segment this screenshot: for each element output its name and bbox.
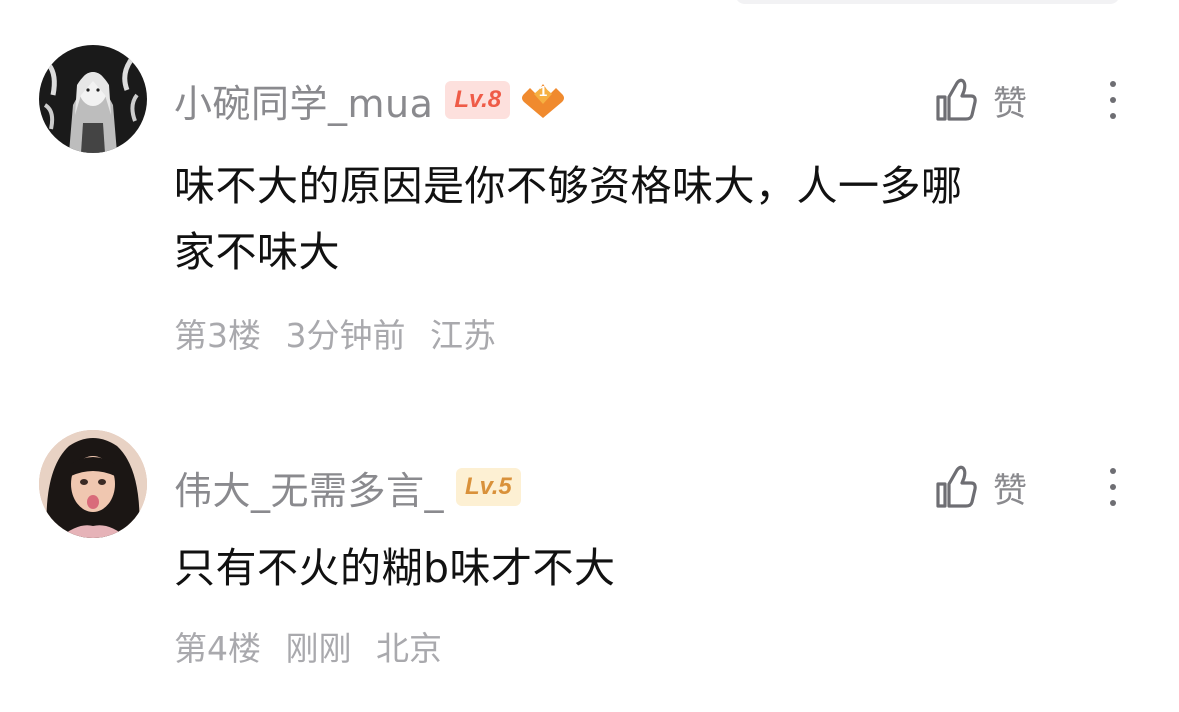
username[interactable]: 伟大_无需多言_ bbox=[174, 460, 444, 515]
comment-footer: 第3楼 3分钟前 江苏 bbox=[174, 309, 496, 357]
level-badge: Lv.8 bbox=[445, 81, 511, 119]
avatar[interactable] bbox=[39, 430, 147, 538]
fan-badge-number: 1 bbox=[538, 83, 548, 100]
avatar[interactable] bbox=[39, 45, 147, 153]
comment-text: 只有不火的糊b味才不大 bbox=[174, 535, 1154, 601]
comment-footer: 第4楼 刚刚 北京 bbox=[174, 622, 442, 670]
thumbs-up-icon bbox=[936, 465, 977, 508]
thumbs-up-icon bbox=[936, 78, 977, 121]
comment-item: 小碗同学_mua Lv.8 1 赞 味不大的原因是你不够资格味大，人一多哪 家不… bbox=[0, 0, 1179, 380]
like-label: 赞 bbox=[993, 470, 1027, 511]
girl-photo-avatar-icon bbox=[39, 430, 147, 538]
comment-item: 伟大_无需多言_ Lv.5 赞 只有不火的糊b味才不大 第4楼 刚刚 北京 bbox=[0, 380, 1179, 712]
anime-girl-avatar-icon bbox=[39, 45, 147, 153]
like-button[interactable]: 赞 bbox=[933, 462, 1027, 512]
comment-meta: 小碗同学_mua Lv.8 1 bbox=[174, 73, 566, 128]
like-button[interactable]: 赞 bbox=[933, 75, 1027, 125]
post-time: 刚刚 bbox=[285, 629, 352, 668]
comment-meta: 伟大_无需多言_ Lv.5 bbox=[174, 460, 521, 515]
ip-location: 北京 bbox=[376, 629, 442, 668]
fan-rank-badge-icon: 1 bbox=[520, 80, 566, 120]
ip-location: 江苏 bbox=[430, 316, 496, 355]
comment-text-line: 味不大的原因是你不够资格味大，人一多哪 bbox=[174, 162, 963, 210]
comment-text: 味不大的原因是你不够资格味大，人一多哪 家不味大 bbox=[174, 153, 1154, 285]
level-badge: Lv.5 bbox=[456, 468, 521, 506]
floor-number: 第4楼 bbox=[174, 629, 261, 668]
comment-text-line: 只有不火的糊b味才不大 bbox=[174, 544, 616, 592]
username[interactable]: 小碗同学_mua bbox=[174, 73, 433, 128]
more-options-icon[interactable] bbox=[1101, 75, 1125, 125]
comment-text-line: 家不味大 bbox=[174, 228, 340, 276]
post-time: 3分钟前 bbox=[285, 316, 406, 355]
floor-number: 第3楼 bbox=[174, 316, 261, 355]
like-label: 赞 bbox=[993, 83, 1027, 124]
more-options-icon[interactable] bbox=[1101, 462, 1125, 512]
